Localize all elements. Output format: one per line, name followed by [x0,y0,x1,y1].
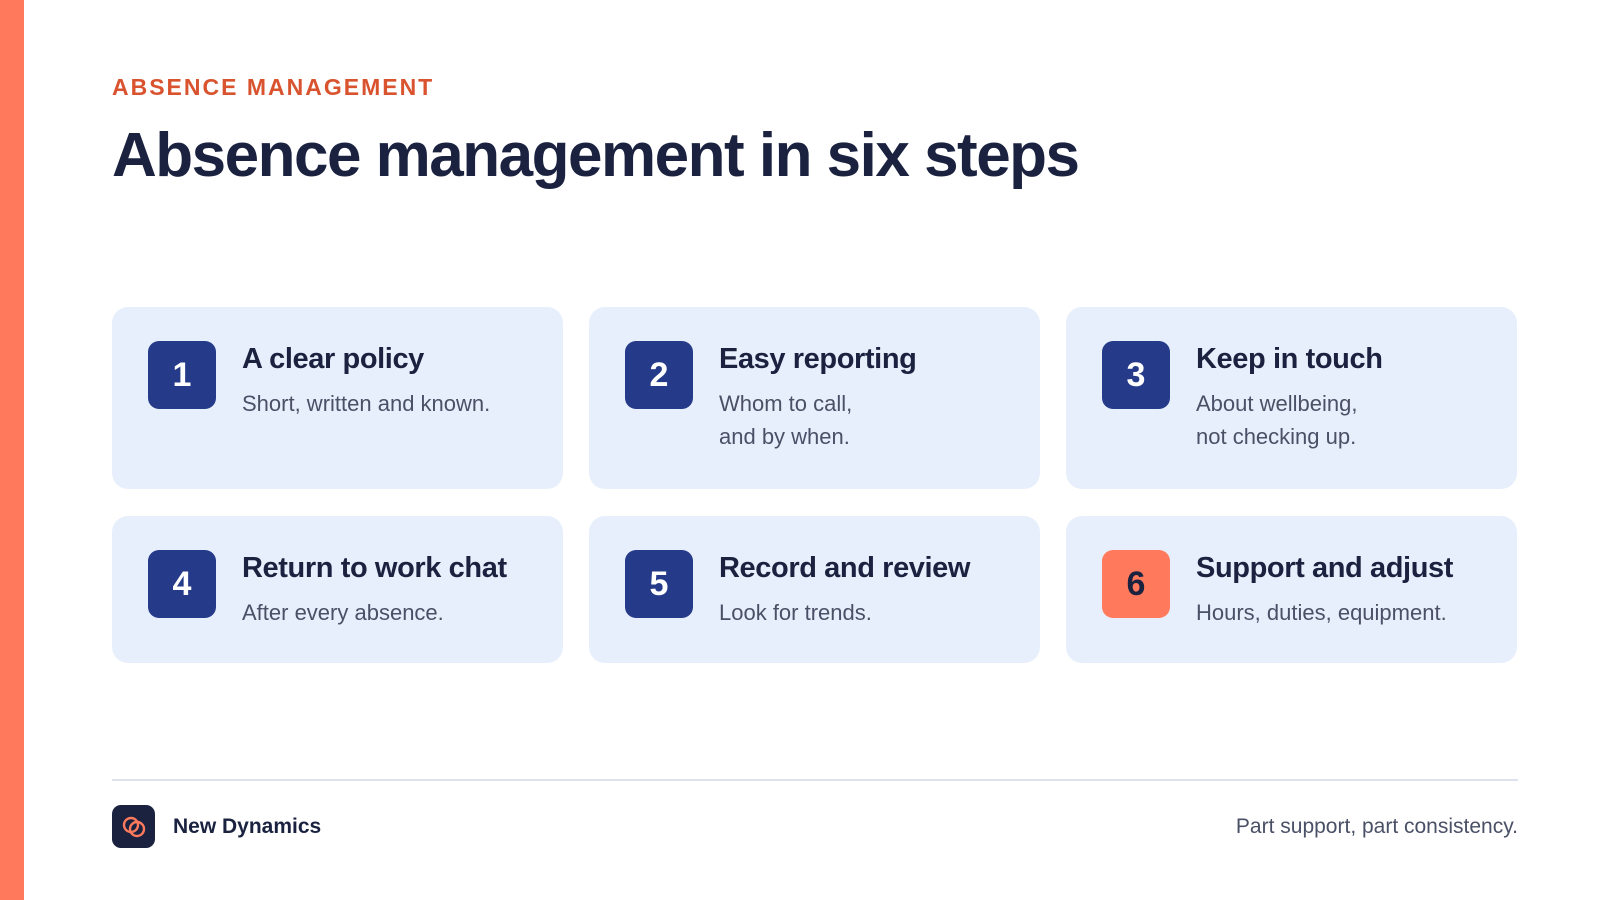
step-number-badge: 3 [1102,341,1170,409]
step-description: Look for trends. [719,600,872,625]
step-text: Support and adjust Hours, duties, equipm… [1196,550,1453,629]
step-description: After every absence. [242,600,444,625]
step-text: Easy reporting Whom to call, and by when… [719,341,917,453]
step-description: Short, written and known. [242,391,491,416]
footer-divider [112,779,1518,781]
step-card-6: 6 Support and adjust Hours, duties, equi… [1066,516,1517,663]
section-eyebrow: ABSENCE MANAGEMENT [112,74,435,100]
step-number-badge: 6 [1102,550,1170,618]
brand-name: New Dynamics [173,815,322,838]
step-number-badge: 5 [625,550,693,618]
step-number-badge: 2 [625,341,693,409]
step-card-3: 3 Keep in touch About wellbeing, not che… [1066,307,1517,489]
step-text: A clear policy Short, written and known. [242,341,490,420]
slide: ABSENCE MANAGEMENT Absence management in… [0,0,1600,900]
step-card-4: 4 Return to work chat After every absenc… [112,516,563,663]
step-number-badge: 4 [148,550,216,618]
step-number-badge: 1 [148,341,216,409]
step-title: Keep in touch [1196,343,1383,375]
steps-grid: 1 A clear policy Short, written and know… [112,307,1518,663]
step-description: Whom to call, and by when. [719,391,853,449]
step-title: A clear policy [242,343,424,375]
step-description: About wellbeing, not checking up. [1196,391,1358,449]
step-title: Support and adjust [1196,552,1454,584]
step-text: Record and review Look for trends. [719,550,970,629]
step-title: Return to work chat [242,552,507,584]
step-title: Record and review [719,552,971,584]
interlocking-rings-icon [112,805,155,848]
step-text: Keep in touch About wellbeing, not check… [1196,341,1383,453]
accent-bar [0,0,24,900]
page-title: Absence management in six steps [112,121,1080,190]
step-title: Easy reporting [719,343,917,375]
step-card-1: 1 A clear policy Short, written and know… [112,307,563,489]
step-text: Return to work chat After every absence. [242,550,507,629]
step-card-2: 2 Easy reporting Whom to call, and by wh… [589,307,1040,489]
footer-tagline: Part support, part consistency. [1235,815,1518,838]
step-description: Hours, duties, equipment. [1196,600,1447,625]
step-card-5: 5 Record and review Look for trends. [589,516,1040,663]
